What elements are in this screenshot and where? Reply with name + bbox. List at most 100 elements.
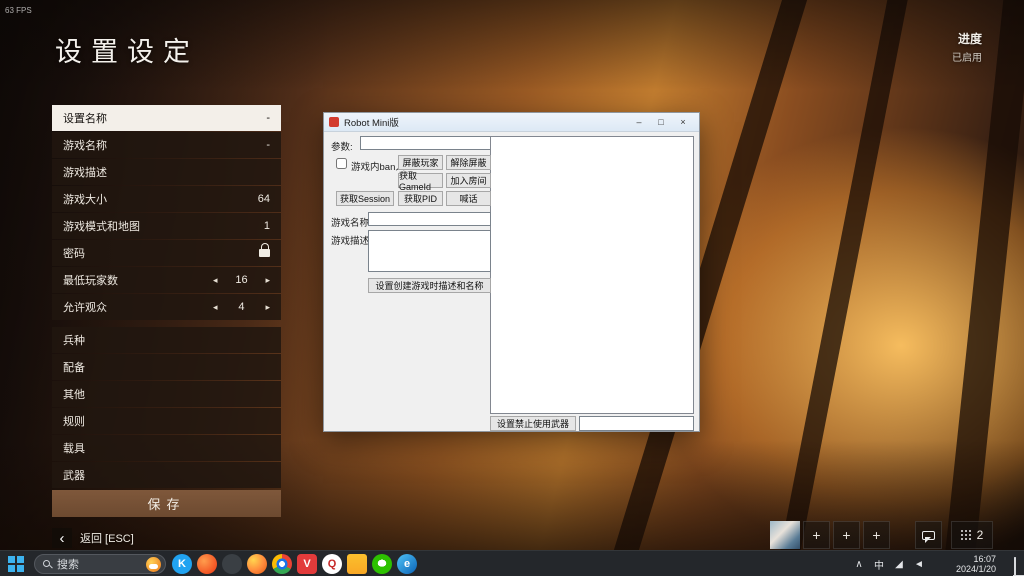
network-icon[interactable]: ◢ (890, 551, 908, 576)
decrease-arrow-icon[interactable]: ◂ (213, 302, 218, 313)
setting-row-game-desc[interactable]: 游戏描述 (52, 159, 281, 185)
settings-panel: 设置名称 - 游戏名称 - 游戏描述 游戏大小 64 游戏模式和地图 1 密码 … (52, 105, 281, 517)
game-desc-textarea[interactable] (368, 230, 491, 272)
setting-row-game-size[interactable]: 游戏大小 64 (52, 186, 281, 212)
app-icon-red-v[interactable]: V (297, 554, 317, 574)
app-icon (329, 117, 339, 127)
output-list[interactable] (490, 136, 694, 414)
setting-value: - (266, 139, 270, 151)
get-pid-button[interactable]: 获取PID (398, 191, 443, 206)
min-players-stepper: ◂ 16 ▸ (213, 274, 270, 286)
volume-icon[interactable]: ◄ (910, 551, 928, 576)
app-icon-folder[interactable] (347, 554, 367, 574)
tray-date: 2024/1/20 (955, 564, 996, 574)
category-label: 载具 (63, 443, 85, 455)
notification-button[interactable] (1014, 557, 1016, 576)
ban-player-checkbox-label: 游戏内ban人 (351, 162, 405, 173)
window-controls: – □ × (628, 114, 694, 131)
weather-icon (146, 556, 161, 572)
app-icon-firefox[interactable] (247, 554, 267, 574)
setting-row-spectators[interactable]: 允许观众 ◂ 4 ▸ (52, 294, 281, 320)
invite-slot-button[interactable]: + (833, 521, 860, 549)
category-row-soldiers[interactable]: 兵种 (52, 327, 281, 353)
back-button[interactable]: ‹ 返回 [ESC] (52, 528, 134, 548)
ime-indicator[interactable]: 中 (870, 551, 888, 576)
app-icon-wechat[interactable] (372, 554, 392, 574)
setting-row-game-name[interactable]: 游戏名称 - (52, 132, 281, 158)
setting-row-min-players[interactable]: 最低玩家数 ◂ 16 ▸ (52, 267, 281, 293)
window-titlebar[interactable]: Robot Mini版 – □ × (324, 113, 699, 132)
category-label: 配备 (63, 362, 85, 374)
game-desc-label: 游戏描述: (331, 236, 372, 247)
increase-arrow-icon[interactable]: ▸ (265, 275, 270, 286)
category-row-loadout[interactable]: 配备 (52, 354, 281, 380)
ban-player-checkbox[interactable] (336, 158, 347, 169)
maximize-icon[interactable]: □ (650, 114, 672, 131)
invite-slot-button[interactable]: + (863, 521, 890, 549)
windows-logo-icon (8, 556, 15, 563)
app-icon-chrome[interactable] (272, 554, 292, 574)
progress-label: 进度 (957, 32, 982, 46)
block-player-button[interactable]: 屏蔽玩家 (398, 155, 443, 170)
decrease-arrow-icon[interactable]: ◂ (213, 275, 218, 286)
get-session-button[interactable]: 获取Session (336, 191, 394, 206)
fps-counter: 63 FPS (5, 6, 32, 15)
chat-bubble-icon (922, 530, 935, 543)
unblock-player-button[interactable]: 解除屏蔽 (446, 155, 491, 170)
invite-slot-button[interactable]: + (803, 521, 830, 549)
game-name-input[interactable] (368, 212, 491, 226)
ban-weapon-input[interactable] (579, 416, 694, 431)
setting-value: 1 (263, 220, 270, 232)
page-title: 设置设定 (55, 37, 199, 67)
increase-arrow-icon[interactable]: ▸ (265, 302, 270, 313)
app-icon-kugou[interactable]: K (172, 554, 192, 574)
setting-value: - (266, 112, 270, 124)
search-icon (43, 560, 51, 568)
param-input[interactable] (360, 136, 491, 150)
start-button[interactable] (8, 556, 24, 572)
setting-row-password[interactable]: 密码 (52, 240, 281, 266)
app-icon-edge[interactable]: e (397, 554, 417, 574)
taskbar-clock[interactable]: 16:07 2024/1/20 (940, 554, 996, 574)
taskbar-search[interactable]: 搜索 (34, 554, 166, 574)
save-button[interactable]: 保存 (52, 490, 281, 517)
close-icon[interactable]: × (672, 114, 694, 131)
minimize-icon[interactable]: – (628, 114, 650, 131)
category-row-other[interactable]: 其他 (52, 381, 281, 407)
app-icon-dark[interactable] (222, 554, 242, 574)
join-room-button[interactable]: 加入房间 (446, 173, 491, 188)
game-name-label: 游戏名称: (331, 218, 372, 229)
progress-state: 已启用 (952, 53, 982, 64)
setting-label: 游戏描述 (63, 167, 107, 179)
category-label: 兵种 (63, 335, 85, 347)
category-label: 其他 (63, 389, 85, 401)
setting-label: 游戏名称 (63, 140, 107, 152)
setting-value: 16 (235, 274, 248, 286)
category-label: 武器 (63, 470, 85, 482)
progress-indicator: 进度 已启用 (952, 30, 982, 64)
param-label: 参数: (331, 142, 353, 153)
category-row-vehicles[interactable]: 载具 (52, 435, 281, 461)
setting-row-name[interactable]: 设置名称 - (52, 105, 281, 131)
setting-label: 密码 (63, 248, 85, 260)
category-label: 规则 (63, 416, 85, 428)
squad-menu-button[interactable]: 2 (951, 521, 993, 549)
player-avatar[interactable] (770, 521, 800, 549)
ban-weapon-button[interactable]: 设置禁止使用武器 (490, 416, 576, 431)
app-icon-orange[interactable] (197, 554, 217, 574)
squad-count: 2 (976, 528, 984, 542)
app-icon-qq[interactable]: Q (322, 554, 342, 574)
category-row-weapons[interactable]: 武器 (52, 462, 281, 488)
get-gameid-button[interactable]: 获取GameId (398, 171, 443, 192)
setting-label: 设置名称 (63, 113, 107, 125)
setting-row-mode-map[interactable]: 游戏模式和地图 1 (52, 213, 281, 239)
setting-label: 游戏大小 (63, 194, 107, 206)
chat-button[interactable] (915, 521, 942, 549)
set-create-info-button[interactable]: 设置创建游戏时描述和名称 (368, 278, 491, 293)
tray-chevron-icon[interactable]: ∧ (850, 551, 868, 576)
back-label: 返回 [ESC] (80, 533, 134, 545)
spectators-stepper: ◂ 4 ▸ (213, 301, 270, 313)
category-row-rules[interactable]: 规则 (52, 408, 281, 434)
setting-label: 最低玩家数 (63, 275, 118, 287)
shout-button[interactable]: 喊话 (446, 191, 491, 206)
